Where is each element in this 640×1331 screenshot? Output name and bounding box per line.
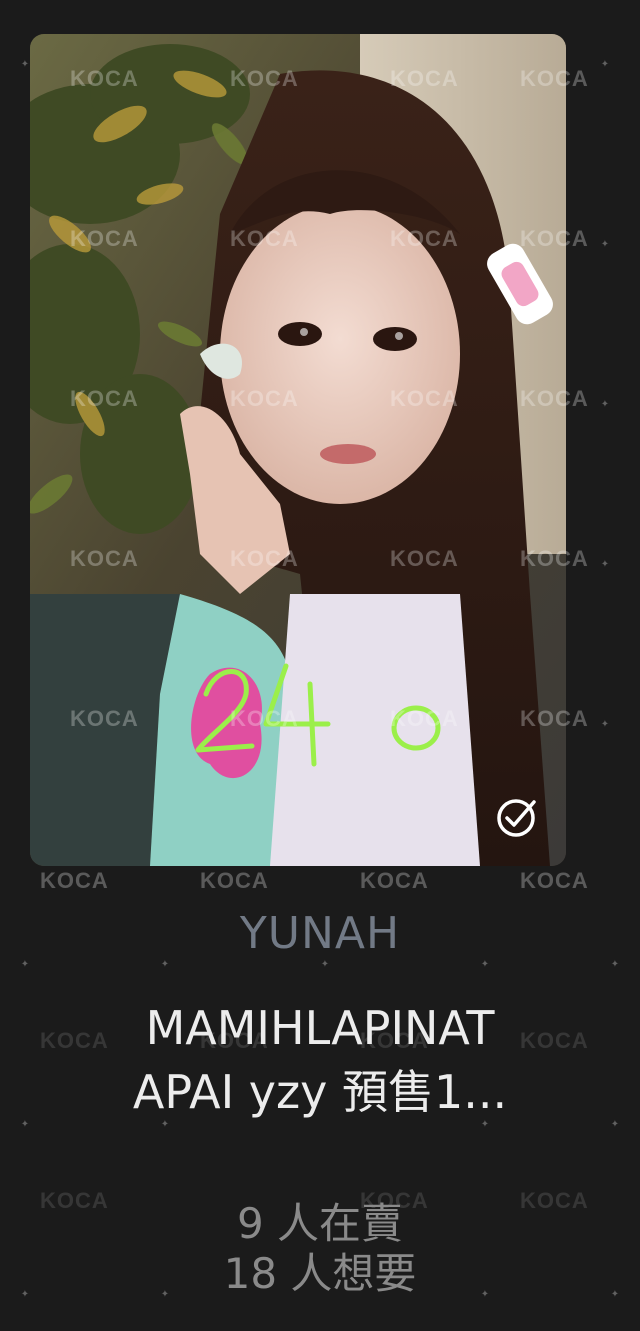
- check-circle-icon[interactable]: [494, 794, 540, 840]
- card-title-line: MAMIHLAPINAT: [145, 1001, 495, 1055]
- photocard-image[interactable]: KOCA KOCA KOCA KOCA KOCA KOCA KOCA KOCA …: [30, 34, 566, 866]
- photocard-illustration: [30, 34, 566, 866]
- watermark-text: KOCA: [200, 868, 269, 893]
- sparkle-decor: ✦: [480, 959, 490, 970]
- sparkle-decor: ✦: [20, 59, 30, 70]
- sparkle-decor: ✦: [600, 239, 610, 250]
- card-title[interactable]: MAMIHLAPINAT APAI yzy 預售1...: [40, 996, 600, 1124]
- sparkle-decor: ✦: [600, 399, 610, 410]
- sparkle-decor: ✦: [600, 719, 610, 730]
- watermark-text: KOCA: [520, 868, 589, 893]
- member-name: YUNAH: [239, 908, 401, 959]
- photocard-listing: ✦ ✦ ✦ ✦ ✦ ✦ ✦ ✦ ✦ ✦ ✦ ✦ ✦ ✦ ✦ ✦ ✦ ✦ ✦ KO…: [0, 0, 640, 1331]
- sparkle-decor: ✦: [20, 1119, 30, 1130]
- sparkle-decor: ✦: [20, 959, 30, 970]
- watermark-text: KOCA: [360, 868, 429, 893]
- sparkle-decor: ✦: [600, 559, 610, 570]
- card-title-line: APAI yzy 預售1...: [132, 1065, 508, 1119]
- wanting-count: 18 人想要: [223, 1249, 417, 1298]
- watermark-text: KOCA: [40, 868, 109, 893]
- sparkle-decor: ✦: [610, 959, 620, 970]
- sparkle-decor: ✦: [320, 959, 330, 970]
- sparkle-decor: ✦: [600, 59, 610, 70]
- sparkle-decor: ✦: [610, 1119, 620, 1130]
- sparkle-decor: ✦: [160, 959, 170, 970]
